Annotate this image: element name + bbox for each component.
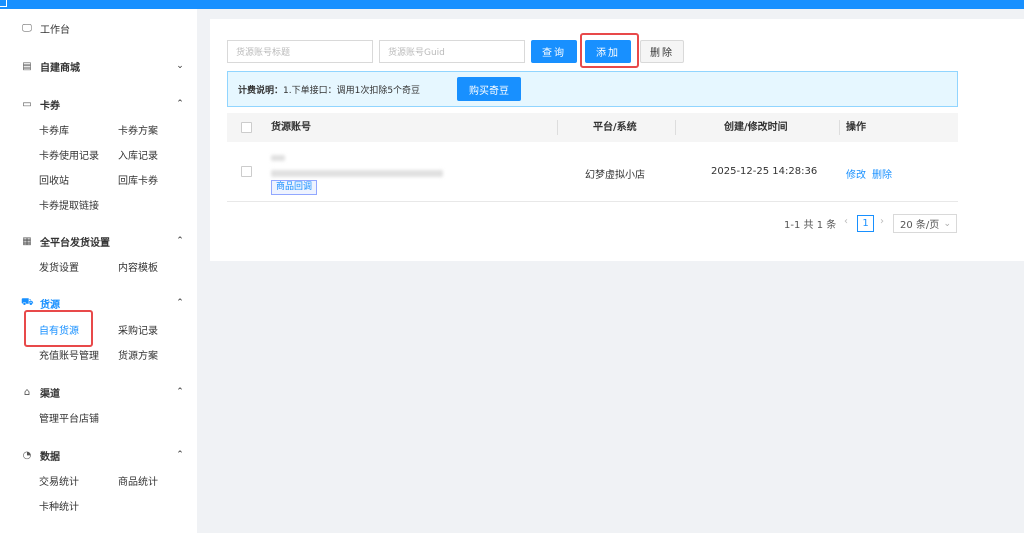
table-header: 货源账号 平台/系统 创建/修改时间 操作: [227, 113, 958, 142]
sidebar-item-recycle-bin[interactable]: 回收站: [39, 175, 69, 189]
sidebar-item-returned-coupons[interactable]: 回库卡券: [118, 175, 158, 189]
buy-beans-button[interactable]: 购买奇豆: [457, 77, 521, 101]
row-delete-link[interactable]: 删除: [872, 166, 892, 181]
sidebar-item-purchase-record[interactable]: 采购记录: [118, 325, 158, 339]
add-button-highlight: [580, 33, 639, 68]
sidebar-item-coupon-library[interactable]: 卡券库: [39, 125, 69, 139]
prev-page-icon[interactable]: ‹: [844, 216, 848, 227]
grid-icon: ▦: [22, 235, 32, 247]
col-divider: [557, 120, 558, 135]
top-bar: [0, 0, 1024, 9]
time-cell: 2025-12-25 14:28:36: [711, 166, 818, 177]
next-page-icon[interactable]: ›: [880, 216, 884, 227]
sidebar-item-source-plan[interactable]: 货源方案: [118, 350, 158, 364]
col-time: 创建/修改时间: [724, 122, 788, 133]
notice-text: 1.下单接口：调用1次扣除5个奇豆: [283, 85, 421, 96]
pie-chart-icon: ◔: [22, 449, 32, 461]
chevron-up-icon[interactable]: ⌃: [175, 447, 185, 463]
chevron-up-icon[interactable]: ⌃: [175, 96, 185, 112]
bag-icon: ⌂: [23, 386, 31, 398]
sidebar-group-delivery[interactable]: ▦ 全平台发货设置: [21, 233, 110, 249]
select-all-checkbox[interactable]: [241, 122, 252, 133]
callback-tag: 商品回调: [271, 180, 318, 195]
platform-cell: 幻梦虚拟小店: [585, 170, 645, 181]
sidebar-group-channel[interactable]: ⌂ 渠道: [21, 384, 60, 400]
chevron-up-icon[interactable]: ⌃: [175, 233, 185, 249]
sidebar-item-mall[interactable]: ▤ 自建商城: [21, 58, 80, 74]
sidebar-item-recharge-account[interactable]: 充值账号管理: [39, 350, 99, 364]
sidebar-group-source[interactable]: ⛟ 货源: [21, 295, 60, 311]
col-account: 货源账号: [271, 122, 311, 133]
ticket-icon: ▭: [22, 98, 32, 110]
col-actions: 操作: [846, 122, 866, 133]
sidebar-item-delivery-settings[interactable]: 发货设置: [39, 262, 79, 276]
sidebar-item-content-template[interactable]: 内容模板: [118, 262, 158, 276]
col-divider: [675, 120, 676, 135]
redacted-account-name: [271, 155, 285, 161]
monitor-icon: 🖵: [22, 22, 32, 34]
sidebar-item-stock-in-record[interactable]: 入库记录: [118, 150, 158, 164]
title-search-input[interactable]: 货源账号标题: [227, 40, 373, 63]
sidebar-item-product-stats[interactable]: 商品统计: [118, 476, 158, 490]
store-icon: ▤: [22, 60, 32, 72]
chevron-down-icon[interactable]: ⌄: [175, 58, 185, 74]
query-button[interactable]: 查询: [531, 40, 577, 63]
cart-icon: ⛟: [21, 296, 34, 308]
pagination-summary: 1-1 共 1 条: [784, 220, 837, 231]
chevron-up-icon[interactable]: ⌃: [175, 295, 185, 311]
col-platform: 平台/系统: [593, 122, 637, 133]
sidebar-item-extract-link[interactable]: 卡券提取链接: [39, 200, 99, 214]
page-size-select[interactable]: 20 条/页 ⌄: [893, 214, 957, 233]
sidebar-group-coupon[interactable]: ▭ 卡券: [21, 96, 60, 112]
sidebar-item-coupon-usage[interactable]: 卡券使用记录: [39, 150, 99, 164]
page-number-current[interactable]: 1: [857, 215, 874, 232]
billing-notice: 计费说明： 1.下单接口：调用1次扣除5个奇豆: [227, 71, 958, 107]
chevron-down-icon: ⌄: [943, 218, 951, 229]
window-corner-icon: [0, 0, 7, 7]
edit-link[interactable]: 修改: [846, 166, 866, 181]
row-checkbox[interactable]: [241, 166, 252, 177]
chevron-up-icon[interactable]: ⌃: [175, 384, 185, 400]
page-size-value: 20 条/页: [900, 220, 940, 231]
redacted-account-guid: [271, 170, 443, 177]
delete-button[interactable]: 删除: [640, 40, 684, 63]
notice-label: 计费说明：: [238, 85, 284, 96]
sidebar-item-coupon-plan[interactable]: 卡券方案: [118, 125, 158, 139]
sidebar-item-manage-shops[interactable]: 管理平台店铺: [39, 413, 99, 427]
col-divider: [839, 120, 840, 135]
sidebar-item-card-type-stats[interactable]: 卡种统计: [39, 501, 79, 515]
sidebar-item-workbench[interactable]: 🖵 工作台: [21, 20, 70, 36]
guid-search-input[interactable]: 货源账号Guid: [379, 40, 525, 63]
sidebar-group-data[interactable]: ◔ 数据: [21, 447, 60, 463]
sidebar-item-trade-stats[interactable]: 交易统计: [39, 476, 79, 490]
own-source-highlight: [24, 310, 93, 347]
